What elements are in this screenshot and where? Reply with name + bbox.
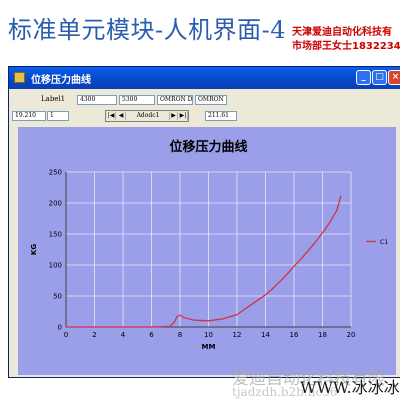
x-tick-label: 6 <box>149 331 154 339</box>
text-field-1[interactable]: 4300 <box>77 95 117 105</box>
text-field-5[interactable]: 19.210 <box>12 111 46 121</box>
x-tick-label: 10 <box>204 331 213 339</box>
first-record-button[interactable]: |◀ <box>107 112 116 120</box>
minimize-button[interactable]: _ <box>356 70 371 85</box>
x-tick-label: 20 <box>347 331 356 339</box>
last-record-button[interactable]: ▶| <box>179 112 188 120</box>
x-tick-label: 14 <box>261 331 270 339</box>
company-name: 天津爱迪自动化科技有 <box>292 27 392 38</box>
label1: Label1 <box>41 95 66 103</box>
close-button[interactable]: × <box>388 70 400 85</box>
app-icon <box>14 72 25 83</box>
y-tick-label: 0 <box>58 324 62 332</box>
y-tick-label: 50 <box>53 293 62 301</box>
text-field-2[interactable]: 5300 <box>119 95 155 105</box>
chart-canvas: 位移压力曲线0 2 4 6 8 10 12 14 16 18 20050100150200250MM… <box>30 139 388 351</box>
text-field-3[interactable]: OMRON DM43 <box>157 95 193 105</box>
text-field-4[interactable]: OMRON DM <box>195 95 227 105</box>
banner: 标准单元模块-人机界面-4 天津爱迪自动化科技有 市场部王女士1832234 <box>0 0 400 66</box>
next-record-button[interactable]: ▶ <box>169 112 178 120</box>
app-window: 位移压力曲线 _ □ × Label1 4300 5300 OMRON DM43… <box>8 66 400 378</box>
x-tick-label: 2 <box>92 331 96 339</box>
company-contact: 市场部王女士1832234 <box>292 41 400 52</box>
watermark-www: WWW.冰冰冰 <box>300 378 400 397</box>
chart-title: 位移压力曲线 <box>169 139 247 155</box>
x-axis-label: MM <box>202 343 216 351</box>
y-tick-label: 200 <box>49 200 62 208</box>
banner-title: 标准单元模块-人机界面-4 <box>8 16 286 44</box>
y-axis-label: KG <box>30 244 38 255</box>
series-line-c1 <box>66 195 342 328</box>
y-tick-label: 150 <box>49 231 62 239</box>
x-tick-label: 18 <box>318 331 327 339</box>
x-tick-label: 4 <box>121 331 126 339</box>
x-tick-label: 16 <box>290 331 299 339</box>
y-tick-label: 100 <box>49 262 62 270</box>
x-tick-label: 0 <box>64 331 68 339</box>
x-tick-label: 12 <box>233 331 242 339</box>
adodc-caption: Adodc1 <box>136 112 160 119</box>
maximize-button[interactable]: □ <box>372 70 387 85</box>
x-tick-label: 8 <box>178 331 182 339</box>
text-field-7[interactable]: 211.61 <box>205 111 237 121</box>
legend-label: C1 <box>380 239 388 246</box>
adodc-navigator: |◀ ◀ Adodc1 ▶ ▶| <box>105 110 189 122</box>
prev-record-button[interactable]: ◀ <box>117 112 126 120</box>
text-field-6[interactable]: 1 <box>47 111 69 121</box>
window-title: 位移压力曲线 <box>31 75 91 86</box>
chart-panel: 位移压力曲线 0 2 4 6 8 10 12 14 16 18 20 0 50 100 150 200 250 MM… <box>18 127 396 375</box>
y-tick-label: 250 <box>49 169 62 177</box>
title-bar[interactable]: 位移压力曲线 _ □ × <box>9 67 400 89</box>
